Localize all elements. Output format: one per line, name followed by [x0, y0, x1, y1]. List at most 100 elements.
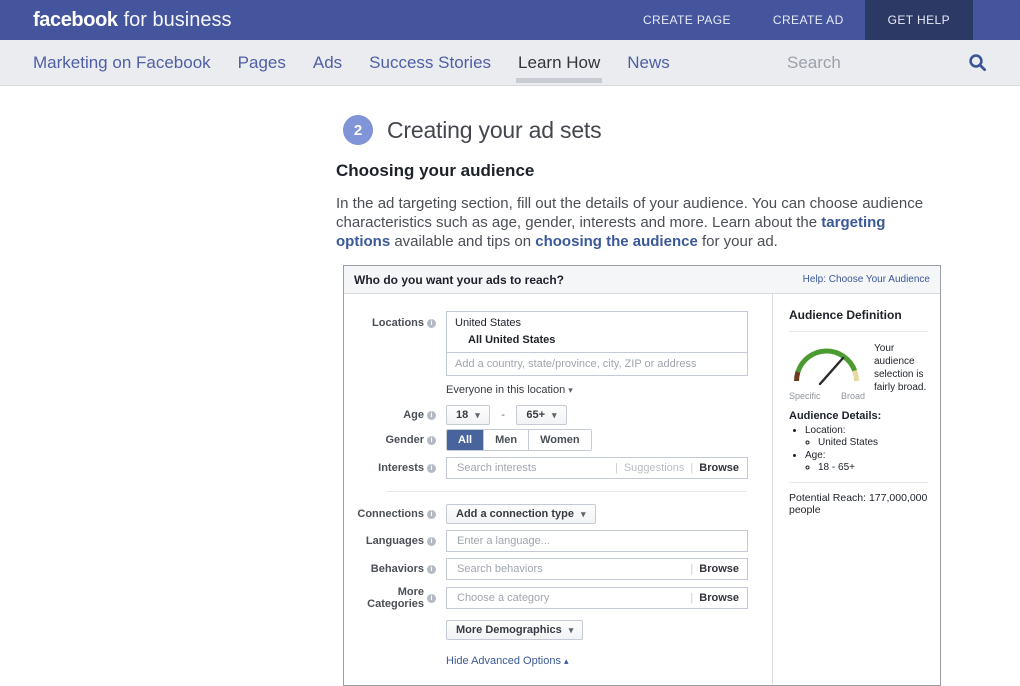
age-row: Age i 18 - 65+ — [344, 405, 772, 425]
divider: | — [690, 563, 693, 575]
nav-ads[interactable]: Ads — [313, 40, 342, 85]
audience-definition-title: Audience Definition — [789, 308, 928, 322]
gauge-needle-icon — [820, 358, 843, 384]
caret-down-icon — [581, 508, 586, 520]
interests-label: Interests i — [344, 462, 436, 474]
audience-details-title: Audience Details: — [789, 410, 928, 422]
caret-down-icon — [552, 409, 557, 421]
languages-row: Languages i — [344, 530, 772, 552]
targeting-form: Locations i United States All United Sta… — [344, 294, 773, 685]
add-connection-type-button[interactable]: Add a connection type — [446, 504, 596, 524]
gender-label: Gender i — [344, 434, 436, 446]
nav-pages[interactable]: Pages — [238, 40, 286, 85]
more-categories-field: | Browse — [446, 587, 748, 609]
gender-row: Gender i All Men Women — [344, 429, 772, 451]
step-heading: 2 Creating your ad sets — [343, 115, 1020, 145]
nav-marketing-on-facebook[interactable]: Marketing on Facebook — [33, 40, 211, 85]
divider — [386, 491, 746, 492]
page-title: Creating your ad sets — [387, 117, 601, 144]
more-categories-input[interactable] — [455, 591, 690, 605]
top-navbar: facebook for business CREATE PAGE CREATE… — [0, 0, 1020, 40]
secondary-nav: Marketing on Facebook Pages Ads Success … — [0, 40, 1020, 86]
browse-interests-link[interactable]: Browse — [699, 462, 739, 474]
facebook-logo[interactable]: facebook for business — [33, 9, 231, 32]
age-label: Age i — [344, 409, 436, 421]
gender-option-women[interactable]: Women — [528, 430, 591, 450]
location-search-input[interactable] — [447, 353, 747, 375]
search-area — [785, 40, 987, 85]
create-page-link[interactable]: CREATE PAGE — [622, 0, 752, 40]
hide-advanced-options-link[interactable]: Hide Advanced Options — [446, 655, 569, 667]
location-scope-dropdown[interactable]: Everyone in this location — [446, 384, 748, 396]
list-item: Location: United States — [805, 425, 928, 448]
caret-down-icon — [568, 384, 573, 396]
intro-text-3: for your ad. — [698, 233, 778, 250]
behaviors-label: Behaviors i — [344, 563, 436, 575]
info-icon[interactable]: i — [427, 319, 436, 328]
connections-row: Connections i Add a connection type — [344, 504, 772, 524]
nav-news[interactable]: News — [627, 40, 670, 85]
info-icon[interactable]: i — [427, 436, 436, 445]
choosing-audience-link[interactable]: choosing the audience — [535, 233, 698, 250]
divider — [789, 482, 928, 483]
audience-details-list: Location: United States Age: 18 - 65+ — [789, 425, 928, 473]
caret-up-icon — [564, 655, 569, 667]
get-help-link[interactable]: GET HELP — [865, 0, 973, 40]
locations-box: United States All United States — [446, 311, 748, 376]
divider: | — [690, 592, 693, 604]
info-icon[interactable]: i — [427, 464, 436, 473]
audience-definition-panel: Audience Definition Specific Broad — [773, 294, 940, 685]
gauge-specific-label: Specific — [789, 391, 821, 401]
more-demographics-button[interactable]: More Demographics — [446, 620, 583, 640]
section-subtitle: Choosing your audience — [336, 161, 1020, 181]
potential-reach: Potential Reach: 177,000,000 people — [789, 492, 928, 516]
info-icon[interactable]: i — [427, 537, 436, 546]
browse-behaviors-link[interactable]: Browse — [699, 563, 739, 575]
gender-option-men[interactable]: Men — [483, 430, 528, 450]
more-categories-label: More Categories i — [344, 586, 436, 610]
more-categories-row: More Categories i | Browse — [344, 586, 772, 610]
topnav-links: CREATE PAGE CREATE AD GET HELP — [622, 0, 1020, 40]
selected-location[interactable]: United States — [455, 317, 739, 329]
create-ad-link[interactable]: CREATE AD — [752, 0, 865, 40]
age-max-dropdown[interactable]: 65+ — [516, 405, 566, 425]
intro-text-2: available and tips on — [390, 233, 535, 250]
main-content: 2 Creating your ad sets Choosing your au… — [0, 115, 1020, 686]
languages-input[interactable] — [455, 534, 739, 548]
audience-gauge — [789, 341, 865, 385]
divider: | — [690, 462, 693, 474]
info-icon[interactable]: i — [427, 411, 436, 420]
adtool-body: Locations i United States All United Sta… — [344, 294, 940, 685]
search-input[interactable] — [785, 52, 960, 74]
age-separator: - — [501, 409, 505, 421]
behaviors-search-input[interactable] — [455, 562, 690, 576]
list-item: 18 - 65+ — [818, 462, 928, 473]
interests-field: | Suggestions | Browse — [446, 457, 748, 479]
gender-segmented-control: All Men Women — [446, 429, 592, 451]
behaviors-row: Behaviors i | Browse — [344, 558, 772, 580]
logo-for-business-text: for business — [124, 9, 232, 32]
info-icon[interactable]: i — [427, 510, 436, 519]
languages-field — [446, 530, 748, 552]
selected-location-detail[interactable]: All United States — [455, 334, 739, 346]
gauge-broad-label: Broad — [841, 391, 865, 401]
list-item: Age: 18 - 65+ — [805, 450, 928, 473]
info-icon[interactable]: i — [427, 565, 436, 574]
interests-row: Interests i | Suggestions | Browse — [344, 457, 772, 479]
browse-categories-link[interactable]: Browse — [699, 592, 739, 604]
locations-row: Locations i United States All United Sta… — [344, 311, 772, 396]
gender-option-all[interactable]: All — [447, 430, 483, 450]
gauge-row: Specific Broad Your audience selection i… — [789, 341, 928, 401]
logo-facebook-text: facebook — [33, 9, 118, 32]
interests-search-input[interactable] — [455, 461, 615, 475]
age-min-dropdown[interactable]: 18 — [446, 405, 490, 425]
nav-learn-how[interactable]: Learn How — [518, 40, 600, 85]
suggestions-link[interactable]: Suggestions — [624, 462, 685, 474]
nav-success-stories[interactable]: Success Stories — [369, 40, 491, 85]
adtool-title: Who do you want your ads to reach? — [354, 273, 564, 287]
help-choose-audience-link[interactable]: Help: Choose Your Audience — [803, 274, 930, 285]
info-icon[interactable]: i — [427, 594, 436, 603]
search-icon[interactable] — [968, 53, 987, 72]
audience-selection-note: Your audience selection is fairly broad. — [874, 342, 928, 401]
divider: | — [615, 462, 618, 474]
